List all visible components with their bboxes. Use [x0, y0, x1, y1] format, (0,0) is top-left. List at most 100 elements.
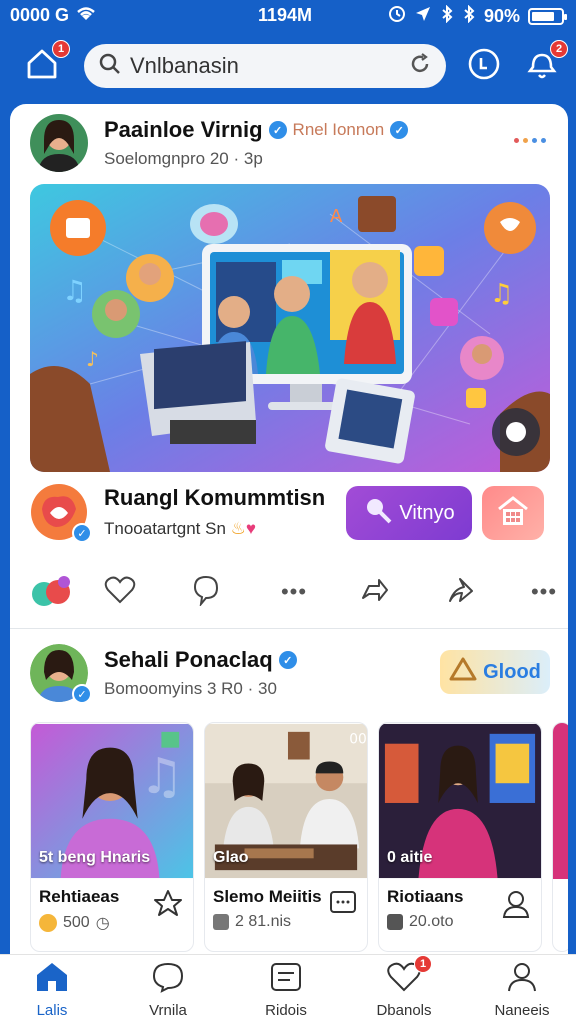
search-icon: [98, 52, 122, 81]
heart-icon: 1: [386, 955, 432, 998]
feed: Paainloe Virnig ✓ Rnel Ionnon ✓ Soelomgn…: [10, 104, 568, 954]
status-bar: 0000 G 1194M 90%: [0, 0, 576, 30]
card-overlay: 5t beng Hnaris: [39, 849, 151, 866]
list-icon: [268, 961, 304, 998]
notifications-badge: 2: [550, 40, 568, 58]
verified-icon: ✓: [72, 684, 92, 704]
battery-percent: 90%: [483, 6, 520, 26]
reactions-icon[interactable]: [30, 572, 74, 612]
media-card-peek[interactable]: [552, 722, 568, 952]
post-header: Paainloe Virnig ✓ Rnel Ionnon ✓ Soelomgn…: [30, 114, 409, 172]
svg-text:♫: ♫: [490, 279, 513, 309]
more-options-icon[interactable]: •••: [524, 572, 564, 612]
community-avatar[interactable]: ✓: [30, 483, 92, 543]
svg-text:00: 00: [349, 732, 367, 748]
card-meta: 20.oto: [409, 913, 454, 930]
share-button[interactable]: [354, 572, 394, 612]
like-button[interactable]: [100, 572, 140, 612]
comment-button[interactable]: [186, 572, 226, 612]
post-illustration[interactable]: ♫ ♪ ♫ A: [30, 184, 550, 472]
card-overlay: Glao: [213, 849, 249, 866]
avatar[interactable]: ✓: [30, 644, 92, 704]
nav-item-activity[interactable]: 1 Dbanols: [354, 955, 454, 1021]
card-overlay: 0 aitie: [387, 849, 433, 866]
svg-text:♫: ♫: [140, 747, 184, 805]
nav-item-messages[interactable]: Vrnila: [118, 961, 218, 1021]
store-icon: [496, 495, 530, 532]
notifications-button[interactable]: 2: [524, 40, 568, 86]
post-actions: ••• •••: [30, 572, 556, 612]
card-title: Slemo Meiitis: [213, 887, 322, 906]
carrier-text: 0000 G: [10, 5, 70, 25]
send-icon: [446, 575, 474, 610]
avatar[interactable]: [30, 114, 88, 172]
info-icon: [467, 47, 501, 86]
profile-icon: [504, 961, 540, 998]
caption-icon[interactable]: [329, 889, 357, 920]
triangle-icon: [449, 656, 477, 688]
gold-label: Glood: [483, 660, 541, 683]
post-subtitle: Soelomgnpro 20 · 3p: [104, 149, 263, 168]
wifi-icon: [75, 5, 97, 26]
svg-text:♫: ♫: [62, 274, 87, 307]
nav-label: Ridois: [265, 1002, 307, 1019]
bluetooth-icon-2: [462, 4, 476, 28]
card-title: Riotiaans: [387, 887, 464, 906]
media-card[interactable]: 00 Glao Slemo Meiitis 2 81.nis: [204, 722, 368, 952]
svg-text:♪: ♪: [86, 347, 99, 371]
verified-icon: ✓: [278, 651, 297, 669]
location-icon: [414, 5, 432, 28]
top-bar: 1 2: [0, 36, 576, 96]
refresh-icon[interactable]: [408, 52, 432, 81]
divider: [10, 628, 568, 629]
account-button[interactable]: [466, 48, 502, 84]
share-icon: [359, 576, 389, 609]
media-carousel: ♫ 5t beng Hnaris Rehtiaeas 500 ◷ 00 Glao…: [30, 722, 568, 952]
heart-outline-icon: [104, 575, 136, 610]
search-bar[interactable]: [84, 44, 446, 88]
verified-icon: ✓: [72, 523, 92, 543]
nav-item-feed[interactable]: Ridois: [236, 961, 336, 1021]
more-dots-icon[interactable]: •••: [274, 572, 314, 612]
search-input[interactable]: [130, 53, 400, 79]
svg-text:A: A: [330, 206, 343, 227]
verified-icon: ✓: [268, 121, 287, 139]
bluetooth-icon: [440, 4, 454, 28]
chat-icon: [150, 961, 186, 998]
community-title[interactable]: Ruangl Komummtisn: [104, 485, 325, 511]
nav-item-profile[interactable]: Naneeis: [472, 961, 572, 1021]
nav-label: Vrnila: [149, 1002, 187, 1019]
community-subtitle: Tnooatartgnt Sn: [104, 519, 226, 538]
store-button[interactable]: [482, 486, 544, 540]
card-meta: 500: [63, 914, 90, 931]
nav-label: Dbanols: [376, 1002, 432, 1019]
more-options-icon[interactable]: [514, 138, 546, 143]
media-card[interactable]: ♫ 5t beng Hnaris Rehtiaeas 500 ◷: [30, 722, 194, 952]
gold-button[interactable]: Glood: [440, 650, 550, 694]
verified-icon: ✓: [390, 121, 409, 139]
heart-icon: ♥: [245, 519, 256, 538]
home-badge: 1: [52, 40, 70, 58]
star-icon[interactable]: [153, 889, 183, 922]
author-tag: Rnel Ionnon: [292, 120, 385, 139]
author-name[interactable]: Paainloe Virnig: [104, 117, 263, 143]
community-row: ✓ Ruangl Komummtisn Tnooatartgnt Sn ♨♥ V…: [30, 482, 550, 543]
media-card[interactable]: 0 aitie Riotiaans 20.oto: [378, 722, 542, 952]
alarm-icon: [388, 5, 406, 28]
mic-icon: [363, 495, 393, 531]
clock-icon: ◷: [95, 915, 110, 932]
activity-badge: 1: [414, 955, 432, 973]
grid-icon: [213, 914, 229, 930]
coin-icon: [39, 914, 57, 932]
clock: 1194M: [258, 5, 313, 25]
home-icon: [34, 961, 70, 998]
nav-item-home[interactable]: Lalis: [2, 961, 102, 1021]
join-button[interactable]: Vitnyo: [346, 486, 472, 540]
home-button[interactable]: 1: [22, 40, 70, 86]
post-subtitle: Bomoomyins 3 R0 · 30: [104, 679, 277, 698]
comment-icon: [192, 574, 220, 611]
fire-icon: ♨: [230, 519, 246, 538]
author-name[interactable]: Sehali Ponaclaq: [104, 647, 273, 673]
user-icon[interactable]: [501, 889, 531, 924]
send-button[interactable]: [440, 572, 480, 612]
